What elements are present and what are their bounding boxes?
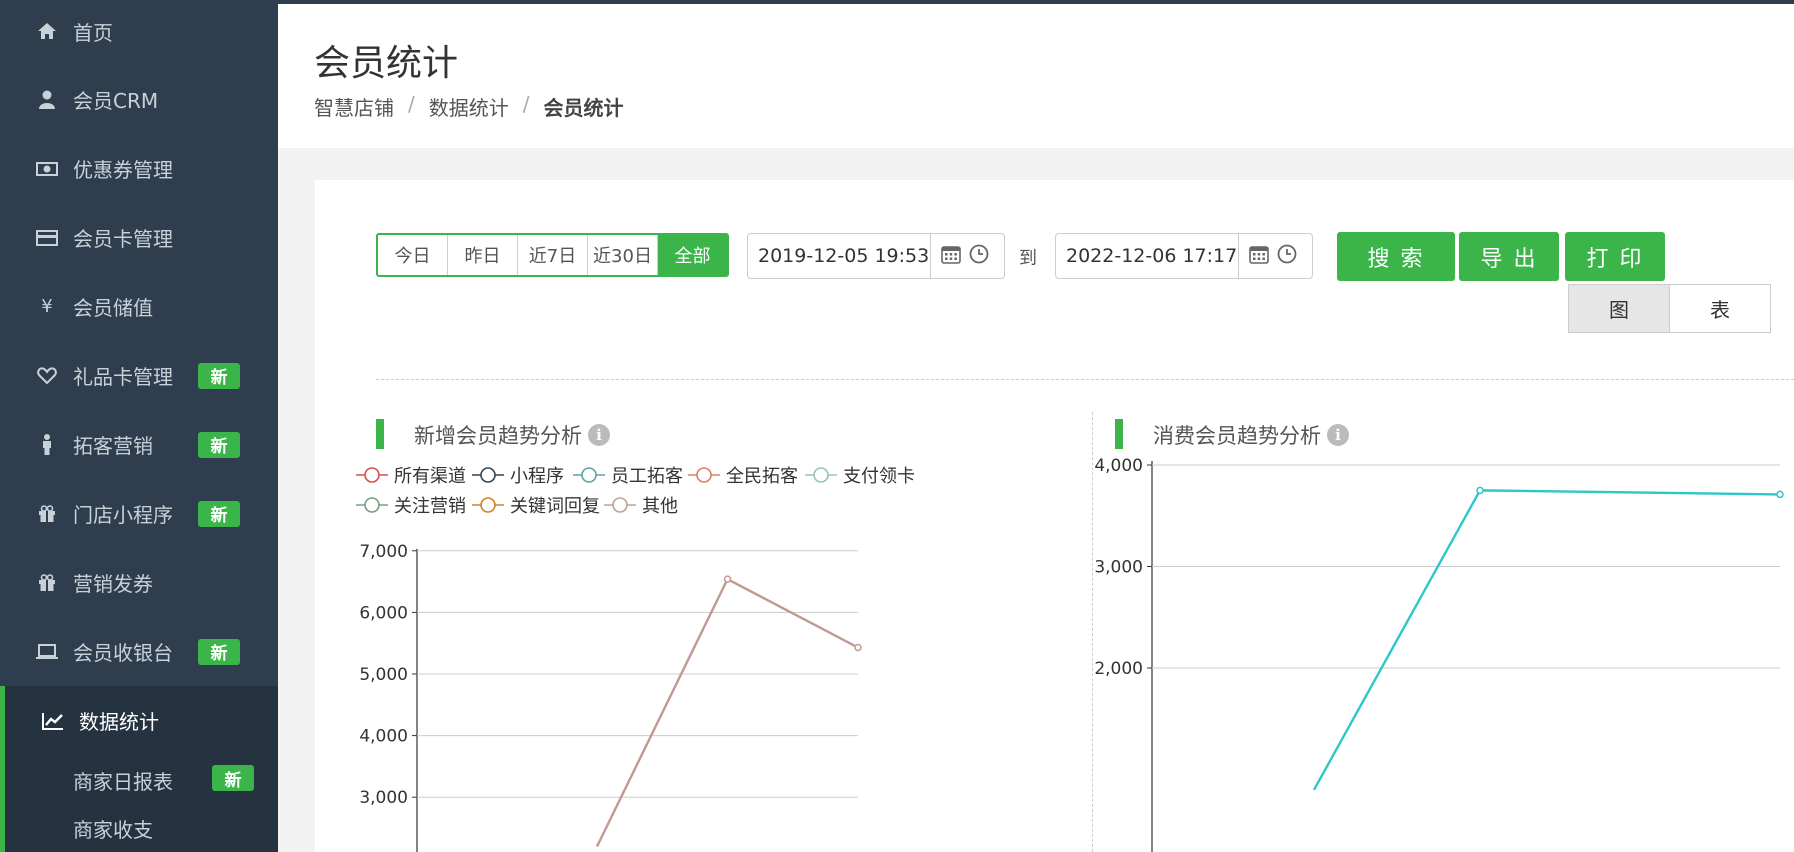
male-icon <box>36 433 58 456</box>
new-badge: 新 <box>198 431 240 458</box>
y-tick-label: 2,000 <box>1094 659 1143 679</box>
sidebar-item-gift-cards[interactable]: 礼品卡管理 新 <box>0 341 278 410</box>
series-line <box>595 577 859 848</box>
y-tick-label: 3,000 <box>359 788 408 808</box>
sidebar: 首页 会员CRM 优惠券管理 会员卡管理 ¥ 会员储值 礼品卡管理 新 拓客营销… <box>0 0 278 852</box>
money-icon <box>36 158 58 180</box>
breadcrumb: 智慧店铺 / 数据统计 / 会员统计 <box>314 92 624 121</box>
submenu-item-label: 商家日报表 <box>73 770 173 794</box>
y-tick-label: 4,000 <box>359 727 408 747</box>
sidebar-item-member-cards[interactable]: 会员卡管理 <box>0 203 278 272</box>
y-tick-label: 3,000 <box>1094 558 1143 578</box>
breadcrumb-separator: / <box>408 92 415 116</box>
breadcrumb-separator: / <box>522 92 530 116</box>
active-indicator <box>0 686 5 852</box>
column-divider <box>1092 412 1093 852</box>
sidebar-item-label: 门店小程序 <box>73 503 173 527</box>
main-panel: 今日 昨日 近7日 近30日 全部 2019-12-05 19:53 到 202… <box>315 180 1794 852</box>
sidebar-item-label: 营销发券 <box>73 572 153 596</box>
data-point <box>723 575 732 583</box>
sidebar-item-label: 拓客营销 <box>73 434 153 458</box>
breadcrumb-current: 会员统计 <box>543 96 624 120</box>
sidebar-item-crm[interactable]: 会员CRM <box>0 65 278 134</box>
y-tick-label: 4,000 <box>1094 456 1143 476</box>
new-badge: 新 <box>198 638 240 665</box>
sidebar-item-label: 会员卡管理 <box>73 227 173 251</box>
gift-icon <box>36 503 58 525</box>
sidebar-item-mini-program[interactable]: 门店小程序 新 <box>0 479 278 548</box>
sidebar-item-cashier[interactable]: 会员收银台 新 <box>0 617 278 686</box>
sidebar-item-label: 优惠券管理 <box>73 158 173 182</box>
sidebar-item-label: 会员收银台 <box>73 641 173 665</box>
credit-card-icon <box>36 227 58 249</box>
y-tick-label: 6,000 <box>359 603 408 623</box>
consuming-members-chart: 4,000 3,000 2,000 <box>1094 456 1784 852</box>
sidebar-item-stored-value[interactable]: ¥ 会员储值 <box>0 272 278 341</box>
yen-icon: ¥ <box>41 296 53 317</box>
line-chart-icon <box>42 710 64 732</box>
heart-icon <box>36 365 58 387</box>
breadcrumb-item[interactable]: 数据统计 <box>429 92 509 121</box>
sidebar-item-label: 礼品卡管理 <box>73 365 173 389</box>
y-tick-label: 7,000 <box>359 542 408 562</box>
sidebar-item-customer-acquisition[interactable]: 拓客营销 新 <box>0 410 278 479</box>
sidebar-item-home[interactable]: 首页 <box>0 0 278 62</box>
series-line <box>1312 489 1781 791</box>
new-badge: 新 <box>198 362 240 389</box>
new-members-chart: 7,000 6,000 5,000 4,000 3,000 <box>359 542 862 852</box>
gift-icon <box>36 572 58 594</box>
sidebar-item-label: 数据统计 <box>79 710 159 734</box>
sidebar-item-statistics[interactable]: 数据统计 <box>0 686 278 755</box>
sidebar-item-label: 会员储值 <box>73 296 153 320</box>
home-icon <box>36 20 58 42</box>
data-point <box>854 643 862 652</box>
sidebar-item-coupon-issuing[interactable]: 营销发券 <box>0 548 278 617</box>
data-point <box>1776 490 1784 499</box>
sidebar-item-label: 会员CRM <box>73 89 159 113</box>
y-tick-label: 5,000 <box>359 665 408 685</box>
submenu-item-label: 商家收支 <box>73 818 153 842</box>
page-title: 会员统计 <box>314 43 459 84</box>
breadcrumb-item[interactable]: 智慧店铺 <box>314 92 394 121</box>
data-point <box>1476 486 1484 495</box>
submenu-item-daily-report[interactable]: 商家日报表 <box>73 766 173 795</box>
laptop-icon <box>36 641 58 663</box>
new-badge: 新 <box>198 500 240 527</box>
user-icon <box>36 89 58 111</box>
page-header: 会员统计 智慧店铺 / 数据统计 / 会员统计 <box>278 4 1794 148</box>
submenu-item-income-expense[interactable]: 商家收支 <box>73 814 153 843</box>
sidebar-item-coupons[interactable]: 优惠券管理 <box>0 134 278 203</box>
sidebar-item-label: 首页 <box>73 20 113 45</box>
new-badge: 新 <box>212 765 254 791</box>
